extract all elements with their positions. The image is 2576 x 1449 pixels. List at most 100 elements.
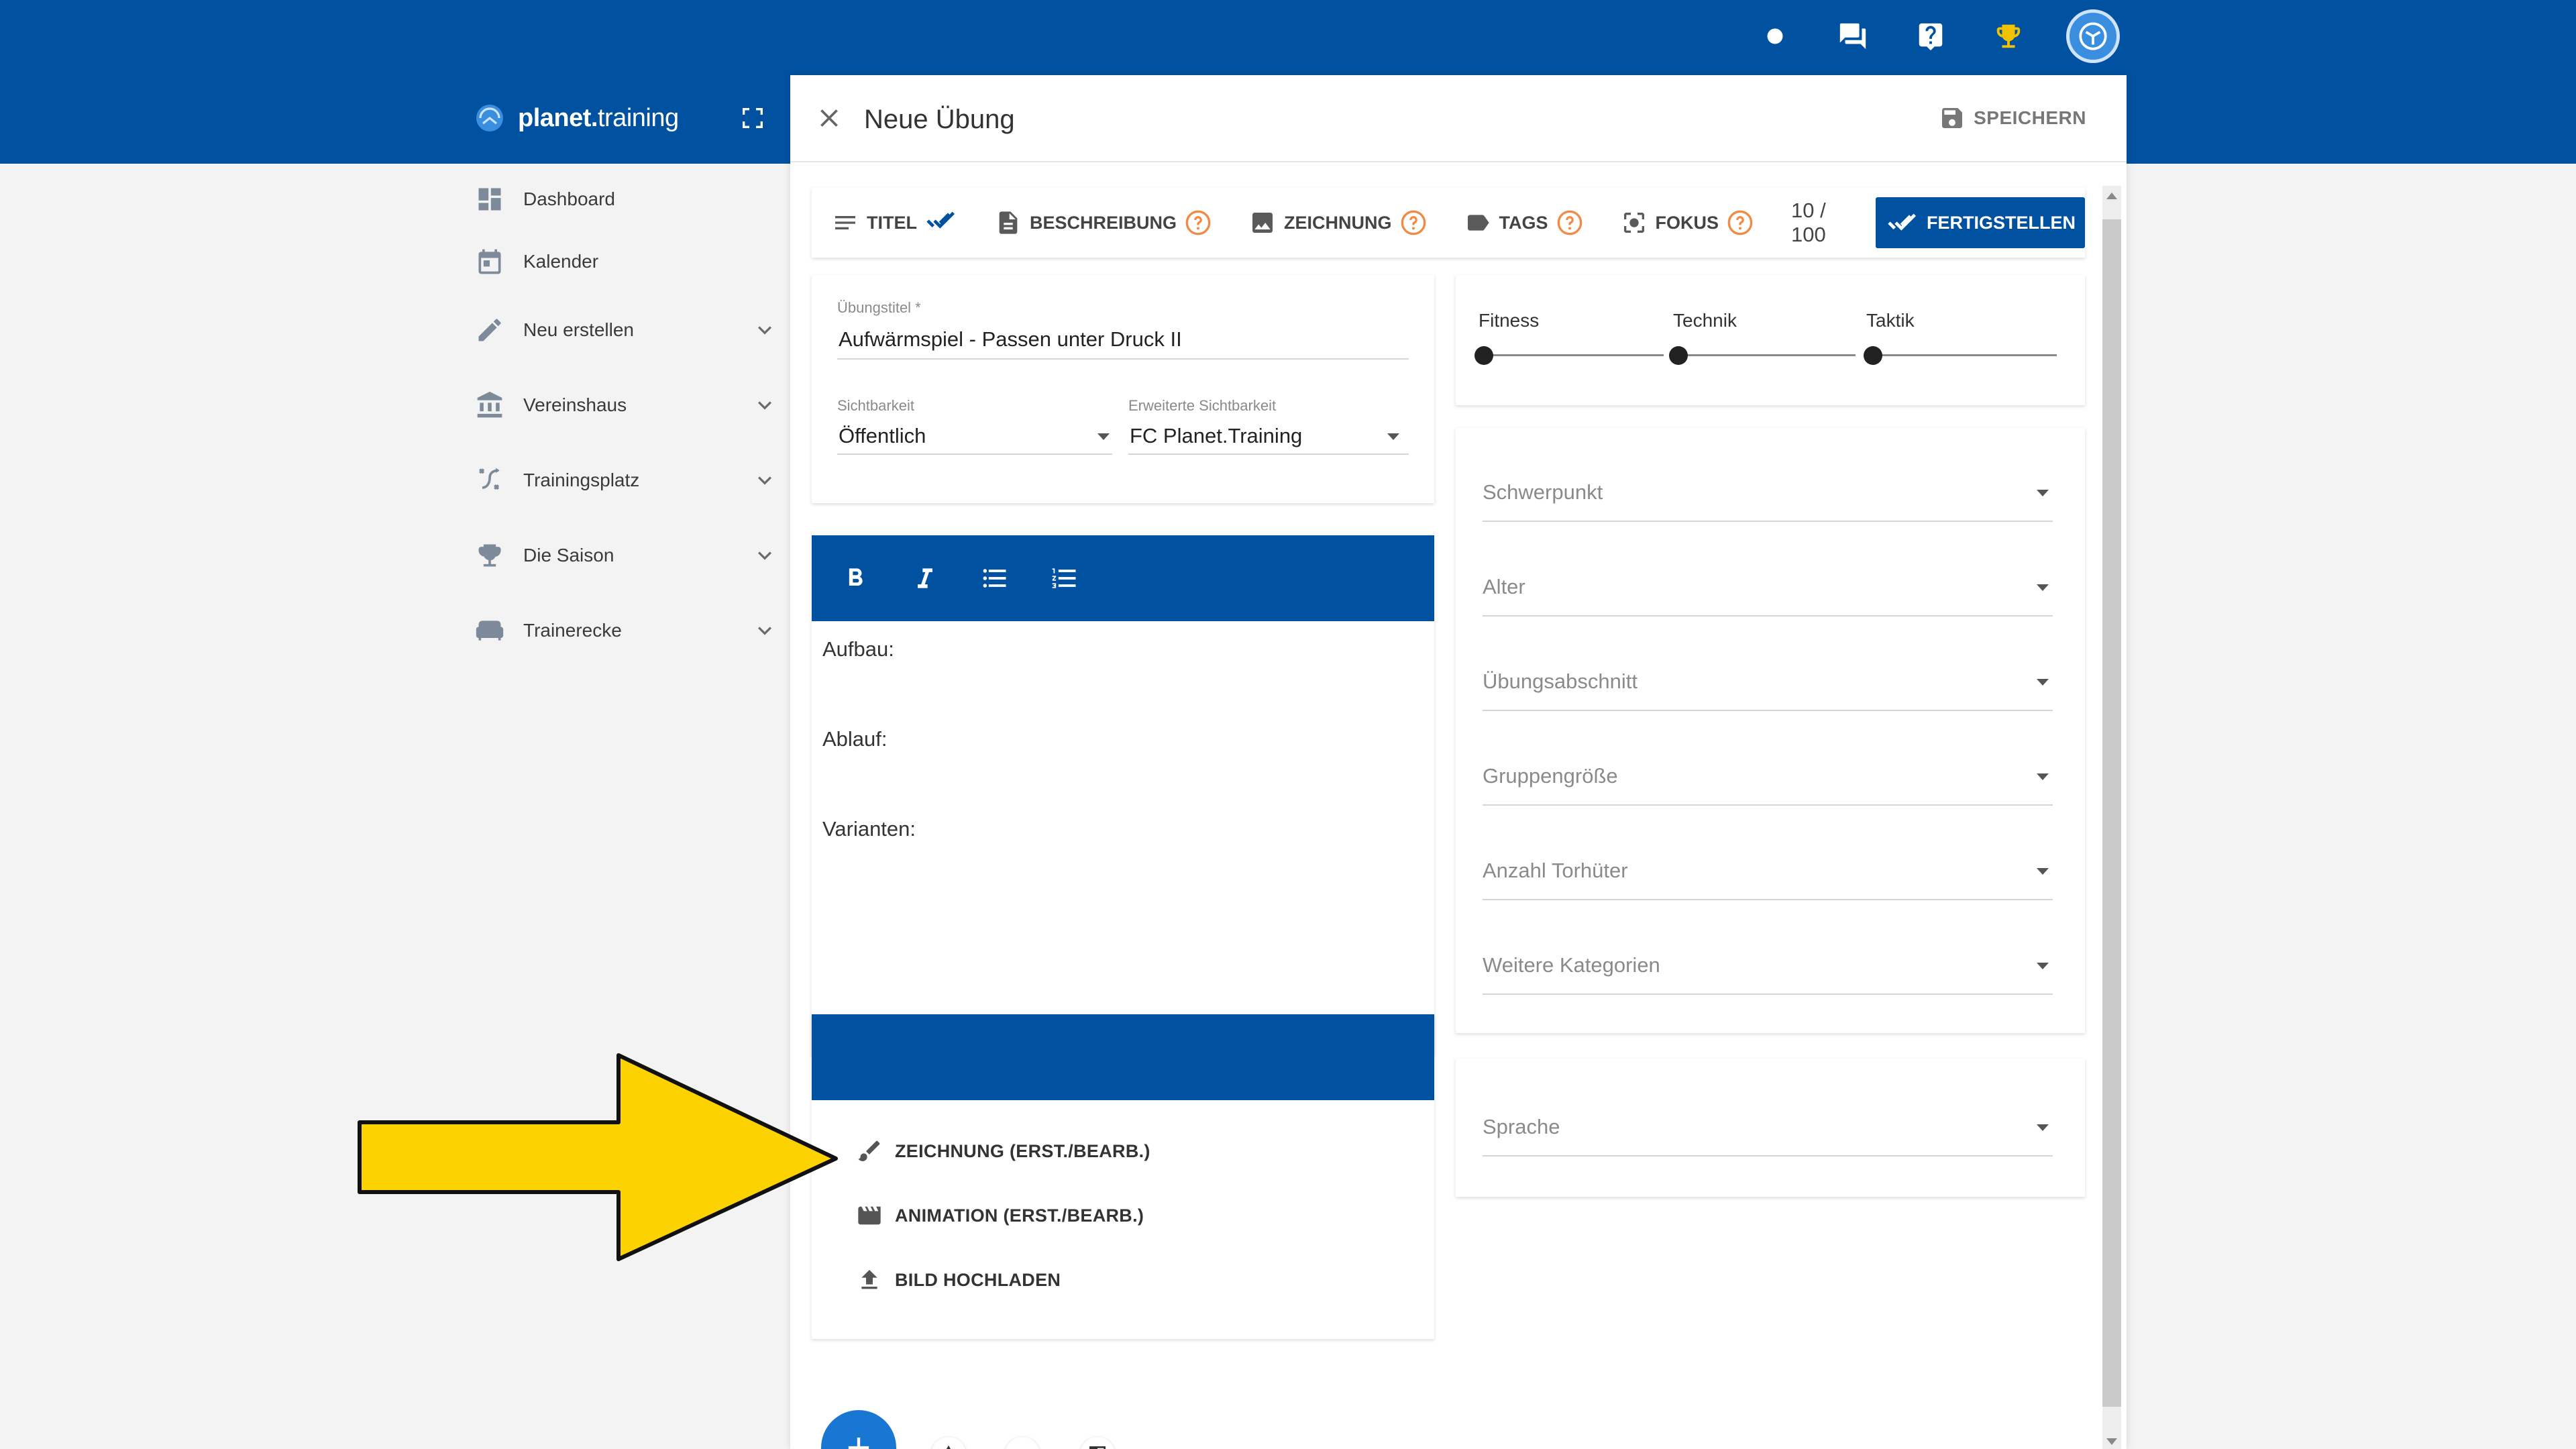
save-label: SPEICHERN	[1974, 107, 2086, 128]
sidebar-item-label: Kalender	[523, 250, 599, 272]
editor-line-ablauf[interactable]: Ablauf:	[822, 727, 888, 751]
help-circle-icon[interactable]	[1727, 209, 1754, 236]
tab-titel[interactable]: TITEL	[832, 207, 957, 239]
select-underline	[1483, 1155, 2053, 1157]
title-field-label: Übungstitel *	[837, 299, 921, 316]
dropdown-caret-icon	[2037, 490, 2049, 496]
taktik-slider-track[interactable]	[1872, 354, 2057, 356]
scroll-up-icon[interactable]	[2106, 193, 2117, 199]
upload-image-button[interactable]: BILD HOCHLADEN	[856, 1267, 1061, 1293]
help-circle-icon[interactable]	[1185, 209, 1212, 236]
dropdown-caret-icon[interactable]	[1097, 433, 1110, 440]
sidebar-item-trainingsplatz[interactable]: Trainingsplatz	[470, 443, 778, 518]
sidebar-item-label: Neu erstellen	[523, 319, 634, 340]
schwerpunkt-select[interactable]: Schwerpunkt	[1483, 463, 2053, 523]
chevron-down-icon[interactable]	[751, 467, 778, 494]
categories-card: Schwerpunkt Alter Übungsabschnitt Gruppe…	[1456, 428, 2085, 1033]
save-button[interactable]: SPEICHERN	[1939, 105, 2086, 131]
sidebar-item-trainerecke[interactable]: Trainerecke	[470, 593, 778, 668]
sidebar-item-label: Trainerecke	[523, 620, 622, 641]
sidebar-item-neu-erstellen[interactable]: Neu erstellen	[470, 292, 778, 368]
sidebar-item-label: Die Saison	[523, 545, 614, 566]
chevron-down-icon[interactable]	[751, 542, 778, 569]
select-placeholder: Schwerpunkt	[1483, 480, 1603, 504]
finish-label: FERTIGSTELLEN	[1927, 212, 2076, 233]
italic-icon[interactable]	[907, 560, 943, 596]
fullscreen-icon[interactable]	[739, 105, 766, 131]
slider-label-fitness: Fitness	[1479, 310, 1540, 331]
upload-icon	[861, 1270, 877, 1289]
chevron-down-icon[interactable]	[751, 317, 778, 343]
scrollbar-thumb[interactable]	[2102, 219, 2121, 1407]
visibility-label: Sichtbarkeit	[837, 397, 914, 414]
tab-zeichnung[interactable]: ZEICHNUNG	[1249, 209, 1427, 236]
numbered-list-icon[interactable]	[1046, 560, 1083, 596]
ext-visibility-label: Erweiterte Sichtbarkeit	[1128, 397, 1277, 414]
finish-button[interactable]: FERTIGSTELLEN	[1876, 197, 2085, 248]
select-placeholder: Sprache	[1483, 1115, 1560, 1138]
tab-label: FOKUS	[1655, 212, 1719, 233]
tab-label: TAGS	[1499, 212, 1548, 233]
dropdown-caret-icon	[2037, 679, 2049, 686]
avatar[interactable]	[2066, 9, 2120, 63]
torhueter-select[interactable]: Anzahl Torhüter	[1483, 841, 2053, 902]
taktik-slider-handle[interactable]	[1864, 346, 1882, 365]
add-button[interactable]	[821, 1410, 896, 1449]
dialog-scrollbar[interactable]	[2102, 186, 2121, 1449]
sidebar-item-vereinshaus[interactable]: Vereinshaus	[470, 368, 778, 443]
chevron-down-icon[interactable]	[751, 392, 778, 419]
help-circle-icon[interactable]	[1400, 209, 1427, 236]
scroll-down-icon[interactable]	[2106, 1438, 2117, 1445]
annotation-arrow-icon	[358, 1053, 838, 1261]
technik-slider-track[interactable]	[1677, 354, 1856, 356]
language-card: Sprache	[1456, 1059, 2085, 1197]
select-underline	[1483, 521, 2053, 522]
save-icon	[1942, 108, 1963, 128]
select-underline	[1483, 710, 2053, 711]
drawing-edit-button[interactable]: ZEICHNUNG (ERST./BEARB.)	[856, 1138, 1150, 1165]
bullet-list-icon[interactable]	[977, 560, 1013, 596]
visibility-select[interactable]: Öffentlich	[839, 424, 926, 448]
slider-label-taktik: Taktik	[1866, 310, 1915, 331]
sprache-select[interactable]: Sprache	[1483, 1097, 2053, 1158]
layout-tool-button[interactable]	[1080, 1437, 1115, 1449]
gruppengroesse-select[interactable]: Gruppengröße	[1483, 747, 2053, 807]
tab-beschreibung[interactable]: BESCHREIBUNG	[995, 209, 1212, 236]
ext-visibility-select[interactable]: FC Planet.Training	[1130, 424, 1302, 448]
dropdown-caret-icon[interactable]	[1387, 433, 1399, 440]
brand[interactable]: planet.training	[474, 99, 679, 137]
sidebar-item-die-saison[interactable]: Die Saison	[470, 518, 778, 593]
chevron-down-icon[interactable]	[751, 617, 778, 644]
tab-fokus[interactable]: FOKUS	[1621, 209, 1754, 236]
description-editor: Aufbau: Ablauf: Varianten:	[812, 535, 1434, 1056]
uebungsabschnitt-select[interactable]: Übungsabschnitt	[1483, 652, 2053, 712]
plus-icon	[848, 1437, 869, 1449]
select-placeholder: Übungsabschnitt	[1483, 669, 1638, 693]
fitness-slider-track[interactable]	[1483, 354, 1664, 356]
dropdown-caret-icon	[2037, 1124, 2049, 1131]
weitere-kategorien-select[interactable]: Weitere Kategorien	[1483, 936, 2053, 996]
rectangle-tool-button[interactable]	[1005, 1437, 1040, 1449]
status-dot-icon[interactable]	[1755, 16, 1795, 56]
editor-line-aufbau[interactable]: Aufbau:	[822, 637, 894, 661]
close-icon[interactable]	[814, 103, 844, 133]
select-underline	[1483, 899, 2053, 900]
editor-line-varianten[interactable]: Varianten:	[822, 817, 916, 841]
header-actions	[1755, 9, 2120, 63]
fitness-slider-handle[interactable]	[1474, 346, 1493, 365]
help-circle-icon[interactable]	[1556, 209, 1583, 236]
triangle-icon	[946, 1445, 951, 1449]
title-input[interactable]: Aufwärmspiel - Passen unter Druck II	[839, 327, 1182, 352]
dropdown-caret-icon	[2037, 963, 2049, 969]
alter-select[interactable]: Alter	[1483, 557, 2053, 618]
text-tool-button[interactable]	[931, 1437, 966, 1449]
bold-icon[interactable]	[837, 560, 873, 596]
help-icon[interactable]	[1911, 16, 1951, 56]
technik-slider-handle[interactable]	[1669, 346, 1688, 365]
chat-icon[interactable]	[1833, 16, 1873, 56]
animation-edit-button[interactable]: ANIMATION (ERST./BEARB.)	[856, 1202, 1144, 1229]
sidebar-item-kalender[interactable]: Kalender	[470, 230, 778, 292]
trophy-icon[interactable]	[1988, 16, 2029, 56]
tab-tags[interactable]: TAGS	[1464, 209, 1583, 236]
sidebar-item-dashboard[interactable]: Dashboard	[470, 168, 778, 230]
